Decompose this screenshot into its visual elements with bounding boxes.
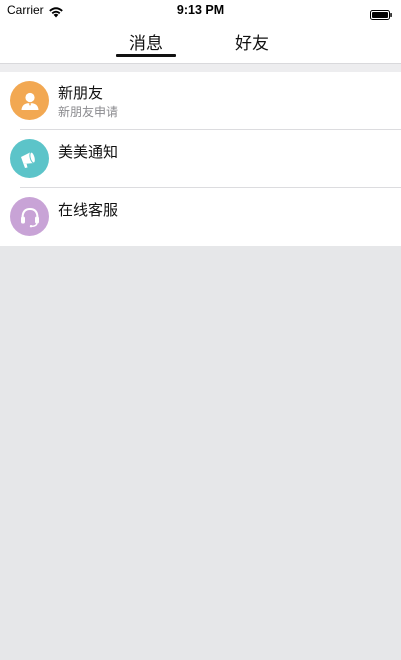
list-item-title: 在线客服 — [58, 201, 119, 219]
segmented-tab-bar: 消息 好友 — [0, 20, 401, 64]
battery-icon — [370, 5, 392, 20]
messages-screen: Carrier 9:13 PM 消息 好友 新朋友 新朋友申请 美美通知 在线客… — [0, 0, 401, 660]
clock-time: 9:13 PM — [176, 3, 225, 17]
person-icon — [10, 81, 49, 120]
conversation-list: 新朋友 新朋友申请 美美通知 在线客服 — [0, 72, 401, 246]
list-item-subtitle: 新朋友申请 — [58, 105, 119, 119]
list-item-title: 新朋友 — [58, 84, 104, 102]
tab-friends[interactable]: 好友 — [222, 29, 282, 55]
list-item-title: 美美通知 — [58, 143, 119, 161]
list-item-customer-service[interactable]: 在线客服 — [0, 188, 401, 246]
section-spacer — [0, 64, 401, 72]
list-item-new-friends[interactable]: 新朋友 新朋友申请 — [0, 72, 401, 130]
list-item-notifications[interactable]: 美美通知 — [0, 130, 401, 188]
status-bar: Carrier 9:13 PM — [0, 0, 401, 20]
megaphone-icon — [10, 139, 49, 178]
headset-icon — [10, 197, 49, 236]
tab-messages[interactable]: 消息 — [116, 29, 176, 55]
active-tab-indicator — [116, 54, 176, 57]
